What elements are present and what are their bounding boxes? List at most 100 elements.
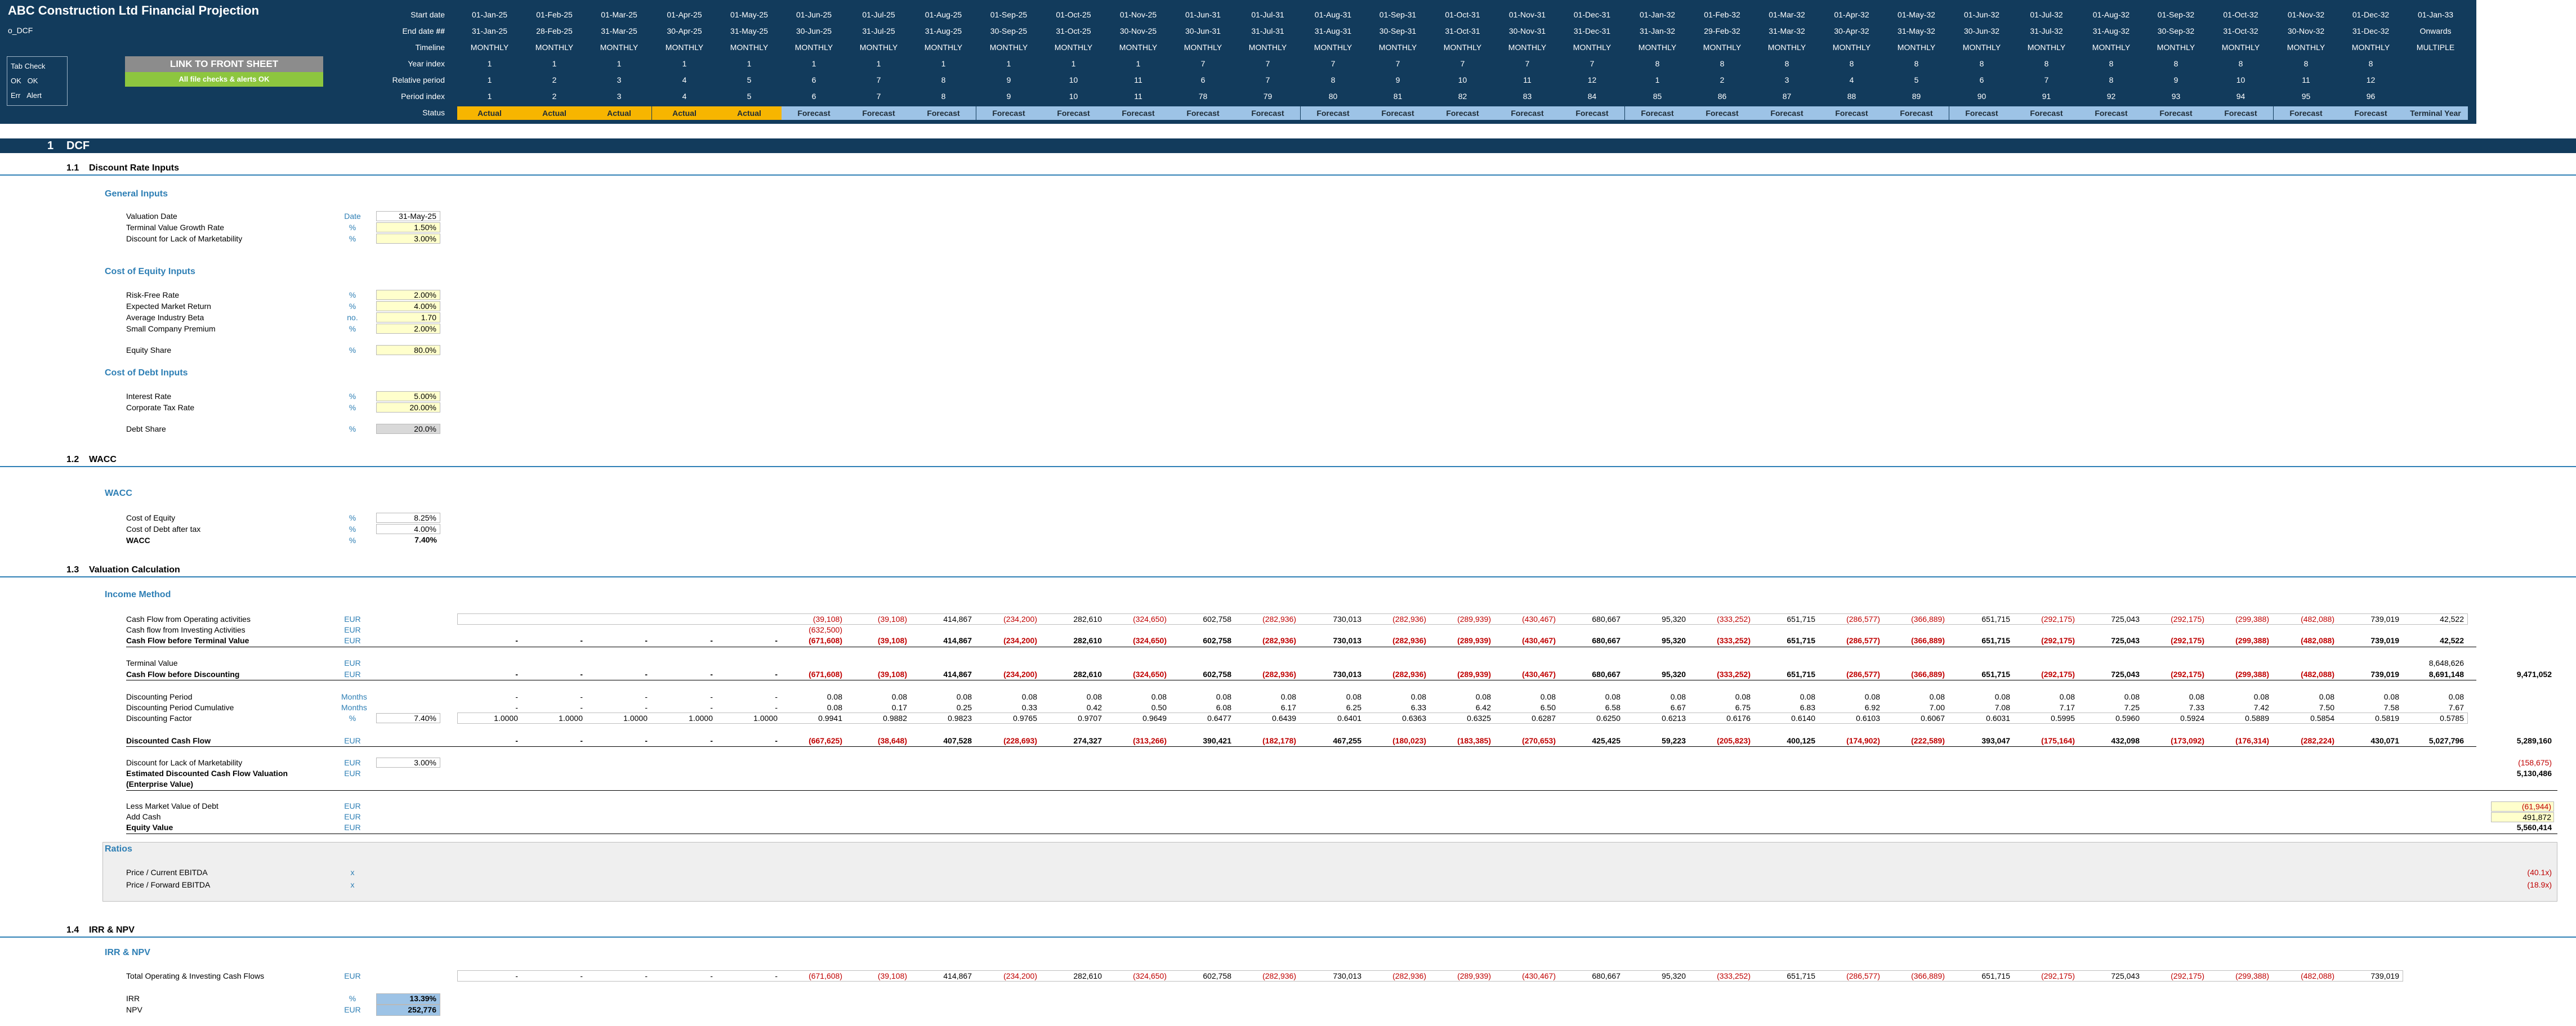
discounted-cash-flow-cell: (182,178): [1262, 736, 1296, 745]
year-index-cell: 8: [2044, 59, 2049, 68]
cost-of-debt-value: 4.00%: [376, 524, 440, 534]
timeline-cell: MONTHLY: [1703, 43, 1742, 52]
cfo-row-box: [457, 613, 2468, 625]
year-index-cell: 7: [1525, 59, 1530, 68]
interest-rate-label: Interest Rate: [126, 392, 172, 401]
status-cell: Forecast: [2144, 106, 2208, 120]
ok-value: OK: [27, 77, 38, 85]
start-date-cell: 01-Jun-31: [1185, 10, 1221, 19]
tv-growth-input[interactable]: 1.50%: [376, 222, 440, 232]
interest-rate-input[interactable]: 5.00%: [376, 391, 440, 401]
relative-period-cell: 3: [1784, 75, 1789, 84]
year-index-cell: 7: [1200, 59, 1206, 68]
valuation-date-input[interactable]: 31-May-25: [376, 211, 440, 221]
total-cash-flow-cell: 95,320: [1662, 971, 1686, 980]
cf-before-discounting-cell: (299,388): [2235, 670, 2269, 679]
discounted-cash-flow-cell: (270,653): [1522, 736, 1556, 745]
cf-before-discounting-cell: (366,889): [1911, 670, 1945, 679]
dlom-input[interactable]: 3.00%: [376, 758, 440, 768]
less-debt-label: Less Market Value of Debt: [126, 801, 218, 810]
period-index-cell: 83: [1523, 92, 1532, 101]
link-to-front-sheet-button[interactable]: LINK TO FRONT SHEET: [125, 56, 323, 72]
cf-before-discounting-cell: (324,650): [1133, 670, 1167, 679]
relative-period-cell: 12: [2366, 75, 2376, 84]
timeline-cell: MONTHLY: [2351, 43, 2390, 52]
start-date-cell: 01-Jan-25: [471, 10, 508, 19]
add-cash-total[interactable]: 491,872: [2491, 812, 2554, 822]
end-date-cell: 31-Jan-32: [1639, 26, 1676, 35]
dlom-input[interactable]: 3.00%: [376, 234, 440, 244]
start-date-cell: 01-May-25: [730, 10, 768, 19]
period-index-cell: 79: [1263, 92, 1273, 101]
discounted-cash-flow-cell: -: [710, 736, 713, 745]
year-index-cell: 8: [1655, 59, 1660, 68]
discounting-period-cumulative-cell: 7.25: [2124, 703, 2140, 712]
discounted-cash-flow-cell: 467,255: [1333, 736, 1361, 745]
cf-before-discounting-cell: 282,610: [1073, 670, 1102, 679]
end-date-cell: 30-Apr-32: [1834, 26, 1869, 35]
discounting-period-cell: 0.08: [1346, 692, 1361, 701]
year-index-cell: 8: [2238, 59, 2243, 68]
dlom-label: Discount for Lack of Marketability: [126, 234, 243, 243]
discounting-period-cell: 0.08: [2383, 692, 2399, 701]
period-index-cell: 6: [811, 92, 816, 101]
price-forward-ebitda-unit: x: [350, 880, 355, 889]
cost-of-debt-unit: %: [349, 525, 356, 534]
equity-share-unit: %: [349, 346, 356, 355]
cf-before-tv-cell: 730,013: [1333, 636, 1361, 645]
discounting-period-cell: 0.08: [827, 692, 842, 701]
discounted-cash-flow-cell: (180,023): [1392, 736, 1426, 745]
ok-label: OK: [11, 77, 21, 85]
total-cash-flow-cell: -: [580, 971, 583, 980]
risk-free-input[interactable]: 2.00%: [376, 290, 440, 300]
total-cash-flow-cell: (282,936): [1262, 971, 1296, 980]
status-cell: Forecast: [1430, 106, 1495, 120]
cf-before-tv-cell: -: [580, 636, 583, 645]
total-cash-flow-cell: 680,667: [1592, 971, 1620, 980]
cf-before-tv-cell: (671,608): [809, 636, 842, 645]
total-cash-flow-cell: (39,108): [877, 971, 907, 980]
discounted-cash-flow-cell: (667,625): [809, 736, 842, 745]
small-company-premium-input[interactable]: 2.00%: [376, 324, 440, 334]
discounting-period-cumulative-cell: 7.33: [2189, 703, 2204, 712]
start-date-cell: 01-Oct-31: [1445, 10, 1480, 19]
relative-period-cell: 11: [2302, 75, 2310, 84]
cf-before-tv-cell: 282,610: [1073, 636, 1102, 645]
total-cash-flow-cell: (430,467): [1522, 971, 1556, 980]
end-date-cell: 31-Jul-32: [2030, 26, 2063, 35]
discounting-period-cell: 0.08: [1540, 692, 1556, 701]
equity-share-input[interactable]: 80.0%: [376, 345, 440, 355]
total-cash-flows-unit: EUR: [344, 971, 361, 980]
discounting-period-cumulative-cell: 0.25: [956, 703, 972, 712]
discounting-factor-input[interactable]: 7.40%: [376, 713, 440, 723]
period-index-cell: 88: [1847, 92, 1856, 101]
discounting-period-cumulative-cell: 0.08: [827, 703, 842, 712]
period-index-cell: 8: [941, 92, 946, 101]
sheet-name: o_DCF: [8, 26, 33, 35]
market-return-input[interactable]: 4.00%: [376, 301, 440, 311]
discounted-cash-flow-cell: 432,098: [2111, 736, 2140, 745]
year-index-cell: 7: [1331, 59, 1336, 68]
status-cell: Terminal Year: [2403, 106, 2468, 120]
end-date-cell: 31-Mar-32: [1769, 26, 1805, 35]
tax-rate-input[interactable]: 20.00%: [376, 402, 440, 413]
discounting-period-cumulative-cell: 7.50: [2319, 703, 2334, 712]
cfo-unit: EUR: [344, 615, 361, 624]
period-index-cell: 92: [2106, 92, 2116, 101]
discounted-cash-flow-cell: 425,425: [1592, 736, 1620, 745]
discounting-period-cell: 0.08: [1021, 692, 1037, 701]
irr-unit: %: [349, 994, 356, 1003]
less-debt-total[interactable]: (61,944): [2491, 801, 2554, 812]
start-date-cell: 01-Jul-25: [862, 10, 895, 19]
relative-period-cell: 6: [811, 75, 816, 84]
discounted-cash-flow-cell: (222,589): [1911, 736, 1945, 745]
discounting-period-label: Discounting Period: [126, 692, 193, 701]
cost-of-equity-unit: %: [349, 513, 356, 522]
status-cell: Forecast: [1041, 106, 1106, 120]
end-date-cell: 30-Nov-32: [2287, 26, 2325, 35]
cf-before-tv-cell: (234,200): [1003, 636, 1037, 645]
discounting-period-cell: -: [515, 692, 518, 701]
beta-input[interactable]: 1.70: [376, 312, 440, 322]
cf-before-tv-cell: (292,175): [2041, 636, 2075, 645]
period-index-cell: 11: [1134, 92, 1142, 101]
